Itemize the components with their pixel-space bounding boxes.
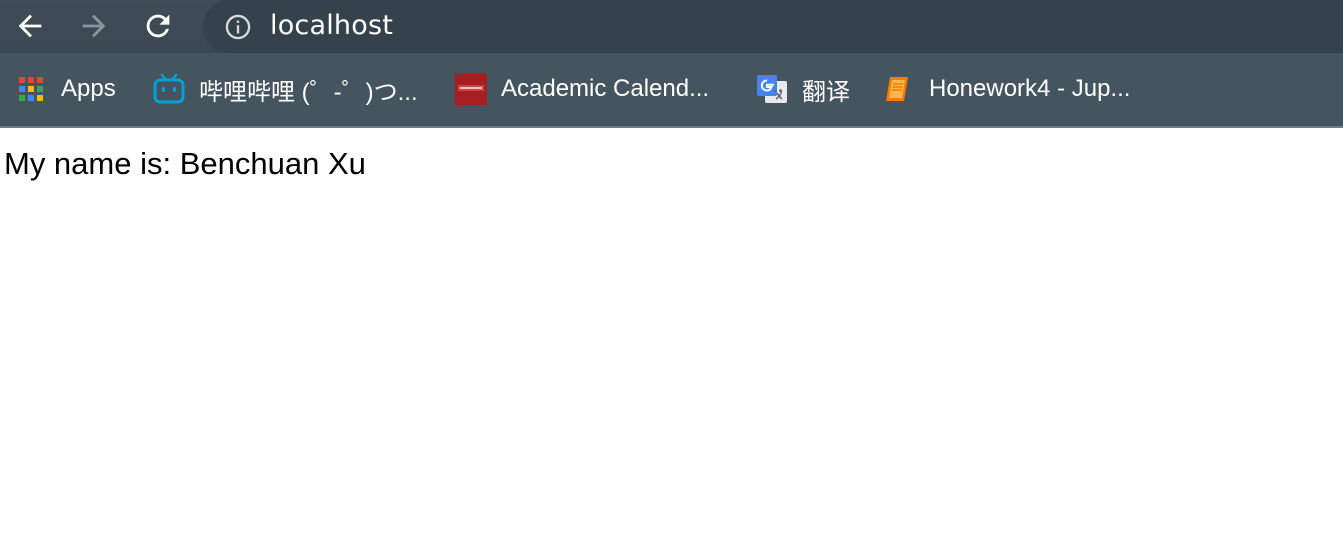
bookmark-bilibili[interactable]: 哔哩哔哩 (゜-゜)つ... <box>152 68 418 110</box>
reload-icon <box>141 9 175 43</box>
browser-toolbar: localhost <box>0 0 1343 53</box>
bookmark-jupyter[interactable]: Honework4 - Jup... <box>882 68 1130 110</box>
bookmark-label: Apps <box>61 75 116 102</box>
bookmark-apps[interactable]: Apps <box>14 68 116 110</box>
bookmark-label: 翻译 <box>802 78 850 106</box>
bookmark-academic-calendar[interactable]: Academic Calend... <box>454 68 709 110</box>
page-content-text: My name is: Benchuan Xu <box>4 146 366 181</box>
bookmark-label: Academic Calend... <box>501 75 710 102</box>
reload-button[interactable] <box>138 8 178 44</box>
bookmark-label: 哔哩哔哩 (゜-゜)つ... <box>199 78 418 106</box>
forward-button[interactable] <box>74 8 114 44</box>
back-arrow-icon <box>13 9 47 43</box>
bookmark-translate[interactable]: 翻译 <box>755 68 850 110</box>
google-translate-icon <box>755 72 789 106</box>
sjtu-icon <box>454 72 488 106</box>
bilibili-icon <box>152 72 186 106</box>
apps-grid-icon <box>14 72 48 106</box>
back-button[interactable] <box>10 8 50 44</box>
address-bar[interactable]: localhost <box>203 0 1343 53</box>
bookmarks-bar: Apps 哔哩哔哩 (゜-゜)つ... Academic Calend... 翻… <box>0 53 1343 128</box>
info-icon[interactable] <box>223 12 253 42</box>
address-bar-url[interactable]: localhost <box>270 10 393 41</box>
book-icon <box>882 72 916 106</box>
forward-arrow-icon <box>77 9 111 43</box>
bookmark-label: Honework4 - Jup... <box>929 75 1131 102</box>
